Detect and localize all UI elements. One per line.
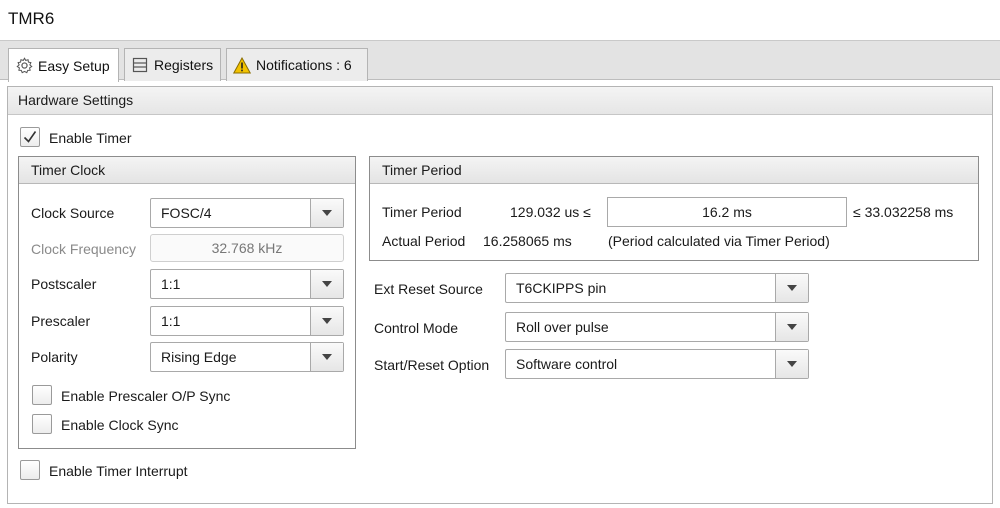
chevron-down-icon[interactable]: [310, 307, 343, 335]
clock-frequency-label: Clock Frequency: [31, 241, 137, 257]
clock-source-select[interactable]: FOSC/4: [150, 198, 344, 228]
actual-period-label: Actual Period: [382, 233, 466, 249]
polarity-select[interactable]: Rising Edge: [150, 342, 344, 372]
clock-frequency-field: 32.768 kHz: [150, 234, 344, 262]
tab-label: Notifications : 6: [256, 57, 352, 73]
start-reset-option-label: Start/Reset Option: [374, 357, 490, 373]
enable-timer-interrupt-checkbox[interactable]: [20, 460, 40, 480]
enable-timer-interrupt-label: Enable Timer Interrupt: [49, 463, 188, 479]
chevron-down-icon[interactable]: [310, 199, 343, 227]
tab-label: Easy Setup: [38, 57, 110, 74]
enable-prescaler-sync-label: Enable Prescaler O/P Sync: [61, 388, 231, 404]
chevron-down-icon[interactable]: [310, 270, 343, 298]
tab-registers[interactable]: Registers: [124, 48, 221, 81]
start-reset-option-value: Software control: [516, 356, 618, 372]
actual-period-value: 16.258065 ms: [483, 233, 572, 249]
prescaler-select[interactable]: 1:1: [150, 306, 344, 336]
start-reset-option-select[interactable]: Software control: [505, 349, 809, 379]
postscaler-select[interactable]: 1:1: [150, 269, 344, 299]
timer-period-min: 129.032 us ≤: [510, 204, 591, 220]
enable-clock-sync-checkbox[interactable]: [32, 414, 52, 434]
postscaler-value: 1:1: [161, 276, 181, 292]
clock-source-value: FOSC/4: [161, 205, 212, 221]
checkmark-icon: [23, 131, 37, 143]
control-mode-select[interactable]: Roll over pulse: [505, 312, 809, 342]
window-title: TMR6: [8, 9, 55, 28]
period-note: (Period calculated via Timer Period): [608, 233, 830, 249]
control-mode-value: Roll over pulse: [516, 319, 609, 335]
chevron-down-icon[interactable]: [775, 350, 808, 378]
polarity-label: Polarity: [31, 349, 78, 365]
chevron-down-icon[interactable]: [775, 274, 808, 302]
control-mode-label: Control Mode: [374, 320, 459, 336]
tab-bar: Easy Setup Registers Notifications : 6: [0, 40, 1000, 82]
ext-reset-source-value: T6CKIPPS pin: [516, 280, 607, 296]
tab-notifications[interactable]: Notifications : 6: [226, 48, 368, 81]
enable-clock-sync-label: Enable Clock Sync: [61, 417, 179, 433]
hardware-settings-header: Hardware Settings: [8, 87, 992, 115]
gear-icon: [15, 57, 33, 75]
chevron-down-icon[interactable]: [310, 343, 343, 371]
list-icon: [131, 56, 149, 74]
enable-prescaler-sync-checkbox[interactable]: [32, 385, 52, 405]
prescaler-value: 1:1: [161, 313, 181, 329]
timer-clock-header: Timer Clock: [19, 157, 355, 184]
enable-timer-label: Enable Timer: [49, 130, 132, 146]
enable-timer-checkbox[interactable]: [20, 127, 40, 147]
timer-period-label: Timer Period: [382, 204, 462, 220]
timer-period-header: Timer Period: [370, 157, 978, 184]
timer-period-input[interactable]: 16.2 ms: [607, 197, 847, 227]
polarity-value: Rising Edge: [161, 349, 237, 365]
chevron-down-icon[interactable]: [775, 313, 808, 341]
postscaler-label: Postscaler: [31, 276, 97, 292]
tab-label: Registers: [154, 57, 214, 73]
tab-easy-setup[interactable]: Easy Setup: [8, 48, 119, 82]
ext-reset-source-select[interactable]: T6CKIPPS pin: [505, 273, 809, 303]
warning-icon: [233, 56, 251, 74]
prescaler-label: Prescaler: [31, 313, 91, 329]
ext-reset-source-label: Ext Reset Source: [374, 281, 483, 297]
timer-period-max: ≤ 33.032258 ms: [853, 204, 954, 220]
clock-source-label: Clock Source: [31, 205, 115, 221]
